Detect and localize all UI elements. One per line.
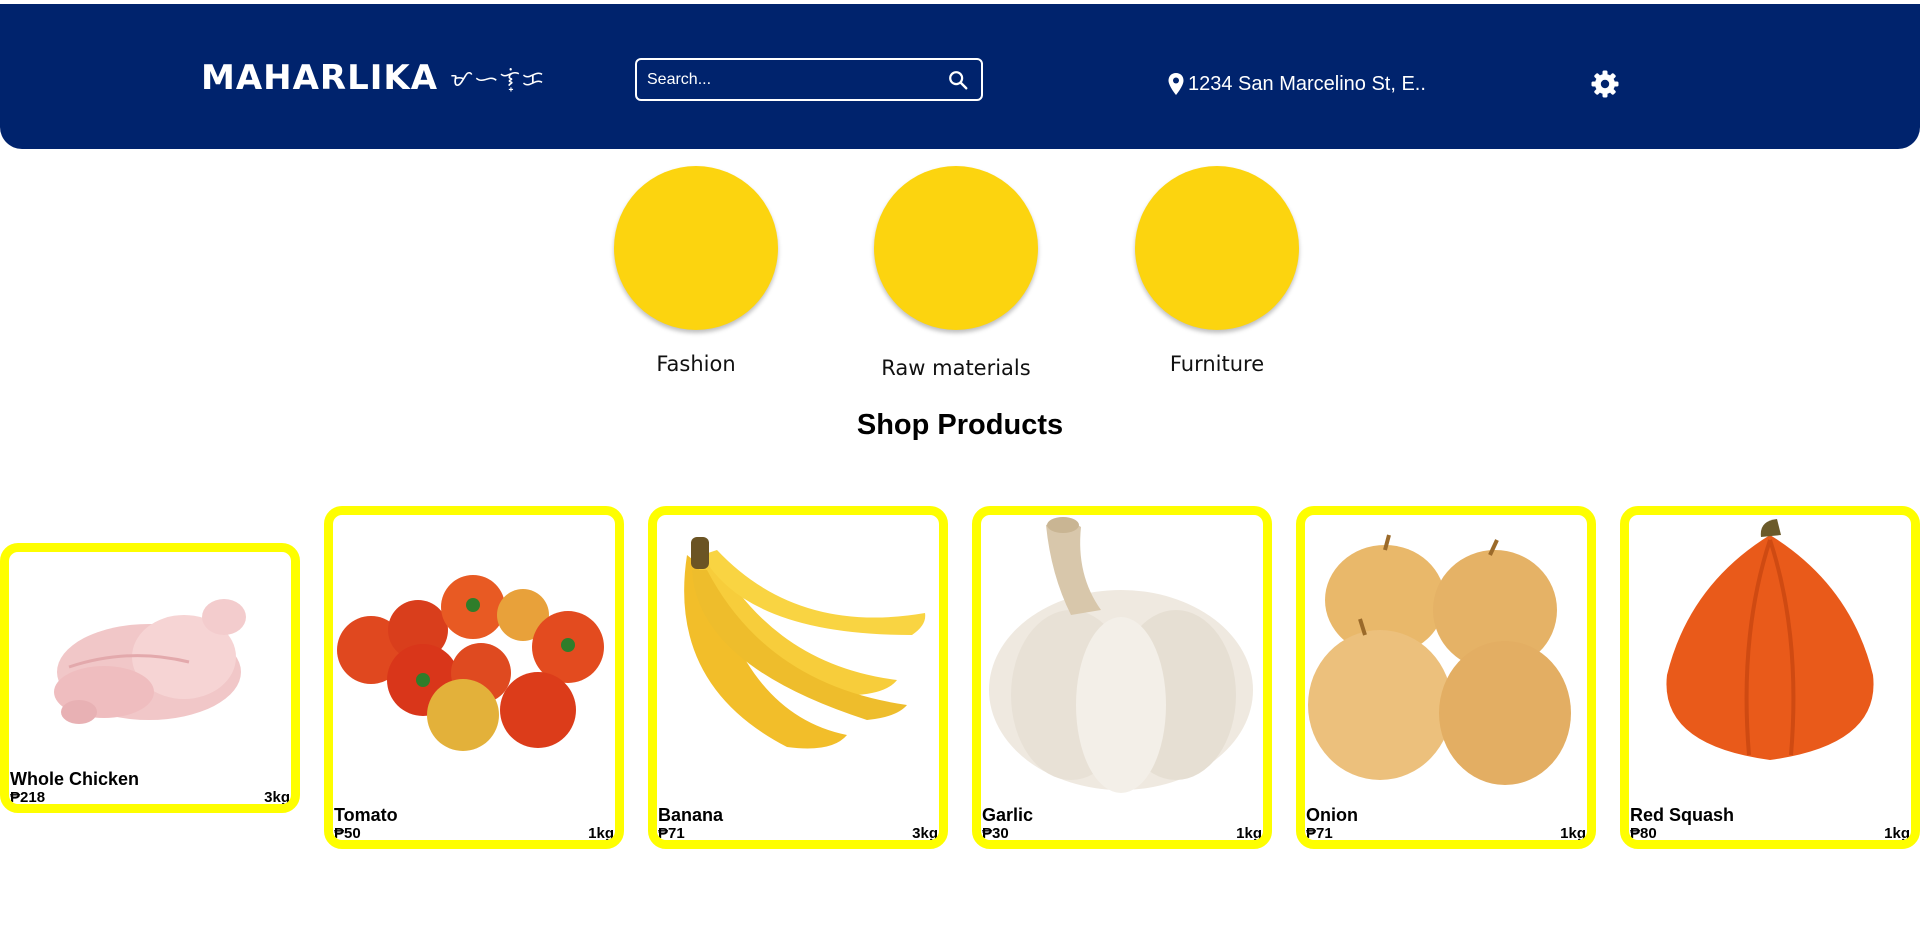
product-name: Red Squash: [1630, 805, 1735, 825]
product-price: ₱80: [1630, 825, 1657, 842]
product-name: Onion: [1306, 805, 1358, 825]
product-price: ₱218: [10, 789, 46, 806]
category-raw-materials-circle[interactable]: [874, 166, 1038, 330]
product-card-tomato[interactable]: Tomato ₱50 1kg: [324, 506, 624, 849]
red-squash-image: [1666, 519, 1874, 760]
product-name: Tomato: [334, 805, 398, 825]
product-weight: 1kg: [588, 825, 614, 842]
search-input[interactable]: [637, 59, 947, 100]
tomato-image: [337, 575, 604, 751]
product-weight: 3kg: [264, 789, 290, 806]
category-furniture-label: Furniture: [1169, 352, 1265, 376]
product-weight: 1kg: [1560, 825, 1586, 842]
category-fashion-label: Fashion: [656, 352, 736, 376]
category-fashion-circle[interactable]: [614, 166, 778, 330]
top-header: MAHARLIKA ᜋᜑᜎ᜔ᜒᜃ 1234 San Marcelino St, …: [0, 4, 1920, 149]
product-name: Garlic: [982, 805, 1034, 825]
product-card-onion[interactable]: Onion ₱71 1kg: [1296, 506, 1596, 849]
brand-name: MAHARLIKA: [201, 58, 439, 98]
whole-chicken-image: [54, 599, 246, 724]
product-weight: 3kg: [912, 825, 938, 842]
product-card-garlic[interactable]: Garlic ₱30 1kg: [972, 506, 1272, 849]
category-furniture-circle[interactable]: [1135, 166, 1299, 330]
section-title: Shop Products: [856, 409, 1064, 441]
product-weight: 1kg: [1884, 825, 1910, 842]
product-price: ₱71: [658, 825, 685, 842]
search-icon[interactable]: [947, 69, 969, 91]
product-weight: 1kg: [1236, 825, 1262, 842]
product-price: ₱71: [1306, 825, 1333, 842]
product-name: Banana: [658, 805, 724, 825]
product-card-red-squash[interactable]: Red Squash ₱80 1kg: [1620, 506, 1920, 849]
search-bar[interactable]: [635, 58, 983, 101]
category-fashion[interactable]: Fashion: [611, 166, 781, 376]
product-card-whole-chicken[interactable]: Whole Chicken ₱218 3kg: [0, 543, 300, 813]
onion-image: [1308, 534, 1571, 785]
product-card-banana[interactable]: Banana ₱71 3kg: [648, 506, 948, 849]
delivery-address[interactable]: 1234 San Marcelino St, E..: [1167, 70, 1426, 98]
product-price: ₱50: [334, 825, 361, 842]
garlic-image: [989, 517, 1253, 793]
category-raw-materials[interactable]: Raw materials: [871, 166, 1041, 380]
category-raw-materials-label: Raw materials: [881, 356, 1031, 380]
product-price: ₱30: [982, 825, 1009, 842]
gear-icon[interactable]: [1590, 69, 1620, 99]
location-pin-icon: [1168, 73, 1184, 95]
address-text: 1234 San Marcelino St, E..: [1188, 72, 1426, 95]
brand-script-text: ᜋᜑᜎ᜔ᜒᜃ: [450, 67, 546, 92]
banana-image: [684, 537, 926, 749]
product-name: Whole Chicken: [10, 769, 140, 789]
category-furniture[interactable]: Furniture: [1132, 166, 1302, 376]
brand-logo[interactable]: MAHARLIKA ᜋᜑᜎ᜔ᜒᜃ: [201, 55, 546, 101]
